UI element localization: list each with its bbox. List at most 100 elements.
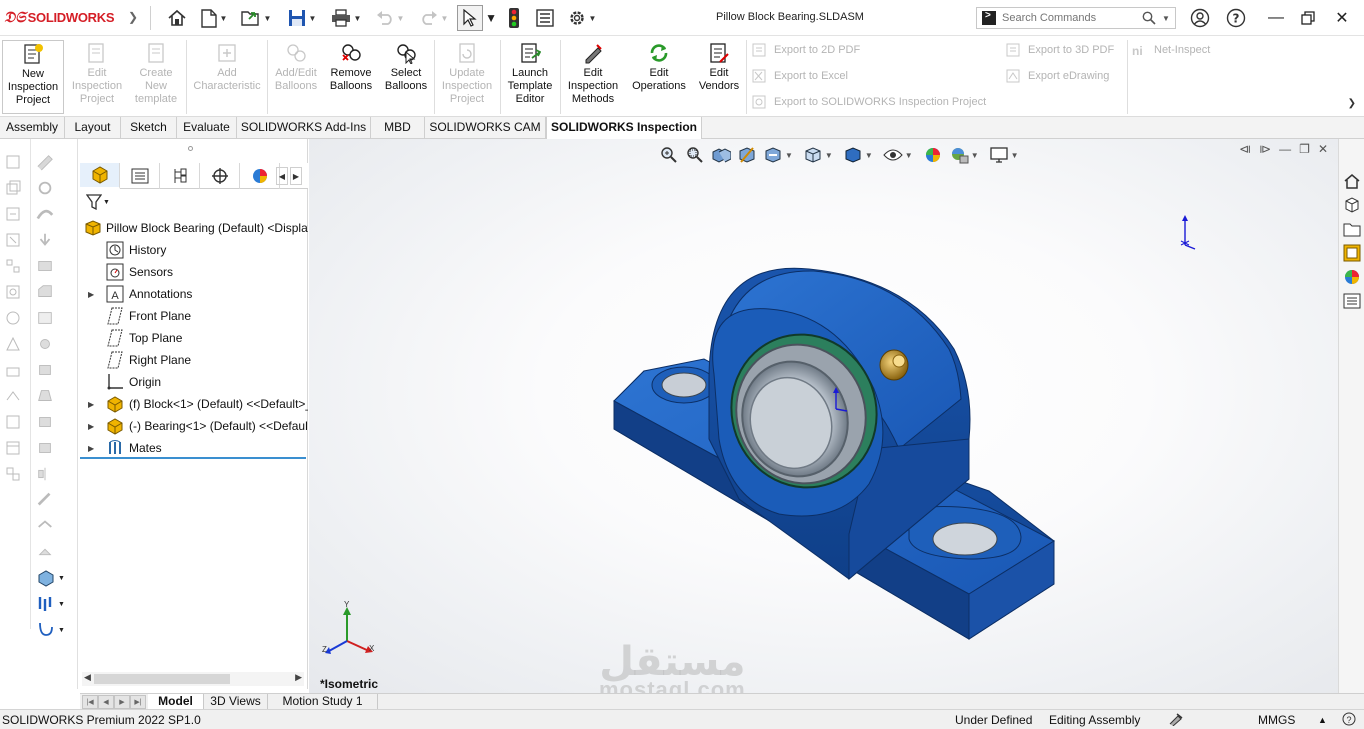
search-dropdown-icon[interactable]: ▼ [1162,14,1170,23]
edit-inspection-project-button[interactable]: Edit Inspection Project [66,40,128,114]
tab-solidworks-inspection[interactable]: SOLIDWORKS Inspection [546,117,702,140]
shell-icon[interactable] [36,309,54,327]
tab-layout[interactable]: Layout [65,117,121,139]
launch-template-editor-button[interactable]: Launch Template Editor [502,40,558,114]
home-button[interactable] [164,6,190,30]
tab-solidworks-add-ins[interactable]: SOLIDWORKS Add-Ins [237,117,371,139]
extrude-cut-icon[interactable] [36,231,54,249]
help-button[interactable]: ? [1222,6,1250,30]
pin-ribbon-icon[interactable]: ❯ [1348,98,1356,109]
units-dropdown-icon[interactable]: ▲ [1318,715,1327,725]
update-inspection-project-button[interactable]: Update Inspection Project [436,40,498,114]
dropdown-arrow-icon[interactable]: ▼ [354,14,362,23]
options-button[interactable]: ▼ [562,6,602,30]
tree-item-block[interactable]: ▶ (f) Block<1> (Default) <<Default>_Disp… [80,393,308,415]
dropdown-arrow-icon[interactable]: ▼ [309,14,317,23]
select-balloons-button[interactable]: Select Balloons [380,40,432,114]
scroll-right-icon[interactable]: ▶ [295,672,302,683]
edit-operations-button[interactable]: Edit Operations [626,40,692,114]
menu-expand-icon[interactable]: ❯ [128,10,138,24]
tree-item-history[interactable]: History [80,239,308,261]
tabs-scroll-left-icon[interactable]: ◀ [276,167,288,185]
search-input[interactable] [1002,12,1138,24]
pattern-icon[interactable] [4,257,22,275]
show-hidden-icon[interactable] [4,335,22,353]
expand-arrow-icon[interactable]: ▶ [88,290,96,299]
dropdown-arrow-icon[interactable]: ▼ [220,14,228,23]
new-document-button[interactable]: ▼ [196,6,232,30]
last-tab-icon[interactable]: ▶| [130,695,146,709]
tree-root[interactable]: Pillow Block Bearing (Default) <Display … [80,217,308,239]
net-inspect-button[interactable]: ni Net-Inspect [1132,42,1210,58]
smart-fasteners-icon[interactable] [4,283,22,301]
expand-arrow-icon[interactable]: ▶ [88,422,96,431]
dimxpertmanager-tab[interactable] [200,163,240,189]
featuremanager-tab[interactable] [80,163,120,189]
remove-balloons-button[interactable]: Remove Balloons [324,40,378,114]
new-motion-study-icon[interactable] [4,413,22,431]
search-commands-box[interactable]: ▼ [976,7,1176,29]
bill-of-materials-icon[interactable] [4,439,22,457]
tab-3d-views[interactable]: 3D Views [204,694,268,710]
dropdown-arrow-icon[interactable]: ▼ [589,14,597,23]
tab-sketch[interactable]: Sketch [121,117,177,139]
dropdown-arrow-icon[interactable]: ▼ [397,14,405,23]
move-copy-icon[interactable] [36,491,54,509]
custom-properties-icon[interactable] [1342,291,1362,311]
insert-component-icon[interactable] [4,205,22,223]
tree-filter[interactable]: ▼ [86,194,110,210]
tree-item-front-plane[interactable]: Front Plane [80,305,308,327]
prev-tab-icon[interactable]: ◀ [98,695,114,709]
rib-icon[interactable] [36,361,54,379]
helix-icon[interactable]: ▼ [36,621,66,639]
create-new-template-button[interactable]: Create New template [128,40,184,114]
curves-icon[interactable]: ▼ [36,595,66,613]
pillow-block-bearing-model[interactable]: Y X Z [309,139,1338,693]
next-tab-icon[interactable]: ▶ [114,695,130,709]
chamfer-icon[interactable] [36,283,54,301]
sweep-icon[interactable] [36,205,54,223]
expand-arrow-icon[interactable]: ▶ [88,400,96,409]
wrap-icon[interactable] [36,413,54,431]
draft-icon[interactable] [36,387,54,405]
hole-wizard-icon[interactable] [36,335,54,353]
export-2d-pdf-button[interactable]: Export to 2D PDF [752,42,860,58]
split-icon[interactable] [36,517,54,535]
dropdown-arrow-icon[interactable]: ▼ [485,6,497,30]
solidworks-logo[interactable]: 𝔇𝔖 SOLIDWORKS [4,9,115,26]
rollback-bar[interactable] [80,457,306,459]
file-explorer-icon[interactable] [1342,219,1362,239]
tree-item-mates[interactable]: ▶ Mates [80,437,308,459]
move-component-icon[interactable] [4,309,22,327]
tabs-scroll-right-icon[interactable]: ▶ [290,167,302,185]
tree-item-right-plane[interactable]: Right Plane [80,349,308,371]
assembly-features-icon[interactable] [4,361,22,379]
scrollbar-thumb[interactable] [94,674,230,684]
select-button[interactable] [457,5,483,31]
solidworks-resources-icon[interactable] [1342,171,1362,191]
dropdown-arrow-icon[interactable]: ▼ [264,14,272,23]
filter-dropdown-icon[interactable]: ▼ [103,199,110,206]
combine-icon[interactable] [36,543,54,561]
tree-item-bearing[interactable]: ▶ (-) Bearing<1> (Default) <<Default>_Di… [80,415,308,437]
export-excel-button[interactable]: Export to Excel [752,68,848,84]
edit-inspection-methods-button[interactable]: Edit Inspection Methods [562,40,624,114]
tab-evaluate[interactable]: Evaluate [177,117,237,139]
mirror-icon[interactable] [36,465,54,483]
edit-vendors-button[interactable]: Edit Vendors [694,40,744,114]
propertymanager-tab[interactable] [120,163,160,189]
export-edrawing-button[interactable]: Export eDrawing [1006,68,1109,84]
rebuild-status-icon[interactable] [1168,712,1184,729]
units-selector[interactable]: MMGS [1258,713,1295,727]
graphics-area[interactable]: ▼ ▼ ▼ ▼ ▼ ▼ ⧏ ⧐ — ❐ ✕ Y X Z مستقل mostaq… [309,139,1338,693]
new-part-icon[interactable] [4,153,22,171]
tab-assembly[interactable]: Assembly [0,117,65,139]
tree-item-top-plane[interactable]: Top Plane [80,327,308,349]
open-button[interactable]: ▼ [238,6,274,30]
save-button[interactable]: ▼ [284,6,320,30]
revolve-icon[interactable] [36,179,54,197]
tree-horizontal-scrollbar[interactable]: ◀ ▶ [82,672,304,686]
close-button[interactable]: ✕ [1328,6,1356,30]
export-3d-pdf-button[interactable]: Export to 3D PDF [1006,42,1114,58]
new-assembly-icon[interactable] [4,179,22,197]
